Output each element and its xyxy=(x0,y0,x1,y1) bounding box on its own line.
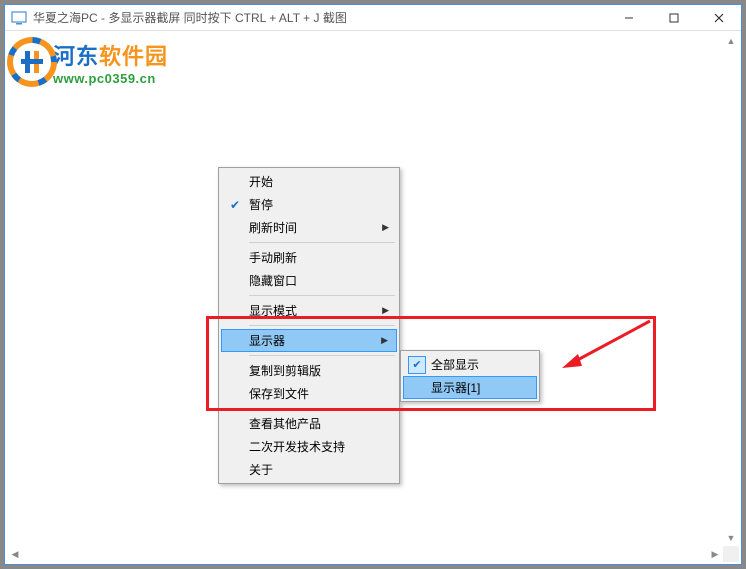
menu-hide-window[interactable]: 隐藏窗口 xyxy=(221,269,397,292)
chevron-right-icon: ▶ xyxy=(381,335,388,346)
submenu-monitor1[interactable]: 显示器[1] xyxy=(403,376,537,399)
watermark-text: 河东软件园 www.pc0359.cn xyxy=(53,39,168,86)
menu-label: 显示模式 xyxy=(249,302,297,319)
menu-label: 保存到文件 xyxy=(249,385,309,402)
menu-label: 显示器[1] xyxy=(431,379,480,396)
chevron-right-icon: ▶ xyxy=(382,222,389,233)
scroll-down-button[interactable]: ▼ xyxy=(723,530,739,546)
menu-label: 暂停 xyxy=(249,196,273,213)
check-icon: ✔ xyxy=(408,356,426,374)
menu-label: 二次开发技术支持 xyxy=(249,438,345,455)
scroll-up-button[interactable]: ▲ xyxy=(723,33,739,49)
submenu-show-all[interactable]: ✔ 全部显示 xyxy=(403,353,537,376)
close-button[interactable] xyxy=(696,5,741,31)
menu-pause[interactable]: ✔ 暂停 xyxy=(221,193,397,216)
menu-separator xyxy=(249,355,395,356)
scroll-right-button[interactable]: ▶ xyxy=(707,546,723,562)
app-window: 华夏之海PC - 多显示器截屏 同时按下 CTRL + ALT + J 截图 ▲… xyxy=(4,4,742,565)
menu-other-products[interactable]: 查看其他产品 xyxy=(221,412,397,435)
menu-separator xyxy=(249,325,395,326)
menu-copy-clipboard[interactable]: 复制到剪辑版 xyxy=(221,359,397,382)
scroll-corner xyxy=(723,546,739,562)
menu-manual-refresh[interactable]: 手动刷新 xyxy=(221,246,397,269)
menu-separator xyxy=(249,408,395,409)
watermark: 河东软件园 www.pc0359.cn xyxy=(5,35,168,89)
menu-start[interactable]: 开始 xyxy=(221,170,397,193)
menu-label: 全部显示 xyxy=(431,356,479,373)
chevron-right-icon: ▶ xyxy=(382,305,389,316)
menu-label: 查看其他产品 xyxy=(249,415,321,432)
window-controls xyxy=(606,5,741,31)
maximize-button[interactable] xyxy=(651,5,696,31)
menu-label: 复制到剪辑版 xyxy=(249,362,321,379)
check-icon: ✔ xyxy=(227,198,243,212)
menu-separator xyxy=(249,295,395,296)
menu-monitor[interactable]: 显示器 ▶ xyxy=(221,329,397,352)
client-area: ▲ ▼ ◀ ▶ 河东软件园 www.pc0359.cn 开始 ✔ 暂停 xyxy=(5,31,741,564)
menu-about[interactable]: 关于 xyxy=(221,458,397,481)
menu-refresh-time[interactable]: 刷新时间 ▶ xyxy=(221,216,397,239)
menu-dev-support[interactable]: 二次开发技术支持 xyxy=(221,435,397,458)
window-title: 华夏之海PC - 多显示器截屏 同时按下 CTRL + ALT + J 截图 xyxy=(33,9,606,26)
menu-label: 显示器 xyxy=(249,332,285,349)
menu-label: 关于 xyxy=(249,461,273,478)
menu-display-mode[interactable]: 显示模式 ▶ xyxy=(221,299,397,322)
menu-label: 刷新时间 xyxy=(249,219,297,236)
minimize-button[interactable] xyxy=(606,5,651,31)
scroll-left-button[interactable]: ◀ xyxy=(7,546,23,562)
watermark-url: www.pc0359.cn xyxy=(53,71,168,86)
context-menu: 开始 ✔ 暂停 刷新时间 ▶ 手动刷新 隐藏窗口 显示模式 ▶ 显示器 ▶ 复制到剪辑版… xyxy=(218,167,400,484)
annotation-arrow-icon xyxy=(550,316,660,376)
watermark-name: 河东软件园 xyxy=(53,39,168,71)
menu-label: 手动刷新 xyxy=(249,249,297,266)
titlebar: 华夏之海PC - 多显示器截屏 同时按下 CTRL + ALT + J 截图 xyxy=(5,5,741,31)
app-icon xyxy=(11,10,27,26)
submenu-monitor: ✔ 全部显示 显示器[1] xyxy=(400,350,540,402)
watermark-logo-icon xyxy=(5,35,59,89)
menu-label: 开始 xyxy=(249,173,273,190)
menu-separator xyxy=(249,242,395,243)
menu-save-file[interactable]: 保存到文件 xyxy=(221,382,397,405)
menu-label: 隐藏窗口 xyxy=(249,272,297,289)
